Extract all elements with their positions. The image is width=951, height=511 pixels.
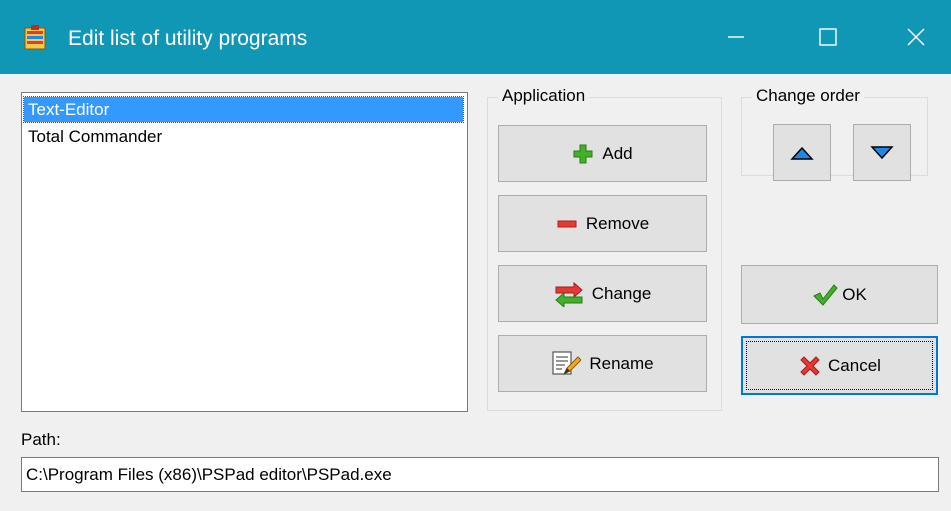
minimize-icon [727,36,744,38]
move-down-button[interactable] [853,124,911,181]
remove-button[interactable]: Remove [498,195,707,252]
close-icon [906,28,925,46]
path-label: Path: [21,430,61,449]
maximize-icon [818,28,837,46]
change-button[interactable]: Change [498,265,707,322]
list-item[interactable]: Text-Editor [23,96,464,123]
minimize-button[interactable] [688,0,783,74]
title-bar[interactable]: Edit list of utility programs [0,0,951,74]
programs-list[interactable]: Text-Editor Total Commander [21,92,468,412]
ok-button-label: OK [842,284,867,304]
maximize-button[interactable] [780,0,875,74]
add-button-label: Add [602,143,633,163]
remove-button-label: Remove [585,213,650,233]
checkmark-icon [813,283,838,306]
rename-button[interactable]: Rename [498,335,707,392]
window-title: Edit list of utility programs [68,27,308,50]
add-button[interactable]: Add [498,125,707,182]
utility-app-icon [22,25,48,51]
arrow-up-icon [790,146,814,160]
application-group-title: Application [498,86,590,106]
change-order-group-title: Change order [752,86,864,106]
plus-icon [573,144,593,163]
change-button-label: Change [591,283,652,303]
move-up-button[interactable] [773,124,831,181]
rename-pencil-icon [552,350,582,375]
minus-icon [557,220,577,227]
list-item[interactable]: Total Commander [24,124,463,149]
close-button[interactable] [868,0,951,74]
ok-button[interactable]: OK [741,265,938,324]
focus-indicator [746,341,933,390]
arrow-down-icon [870,145,894,159]
path-field[interactable]: C:\Program Files (x86)\PSPad editor\PSPa… [21,457,939,492]
cancel-button[interactable]: Cancel [741,336,938,395]
swap-arrows-icon [554,281,583,307]
rename-button-label: Rename [589,353,654,373]
